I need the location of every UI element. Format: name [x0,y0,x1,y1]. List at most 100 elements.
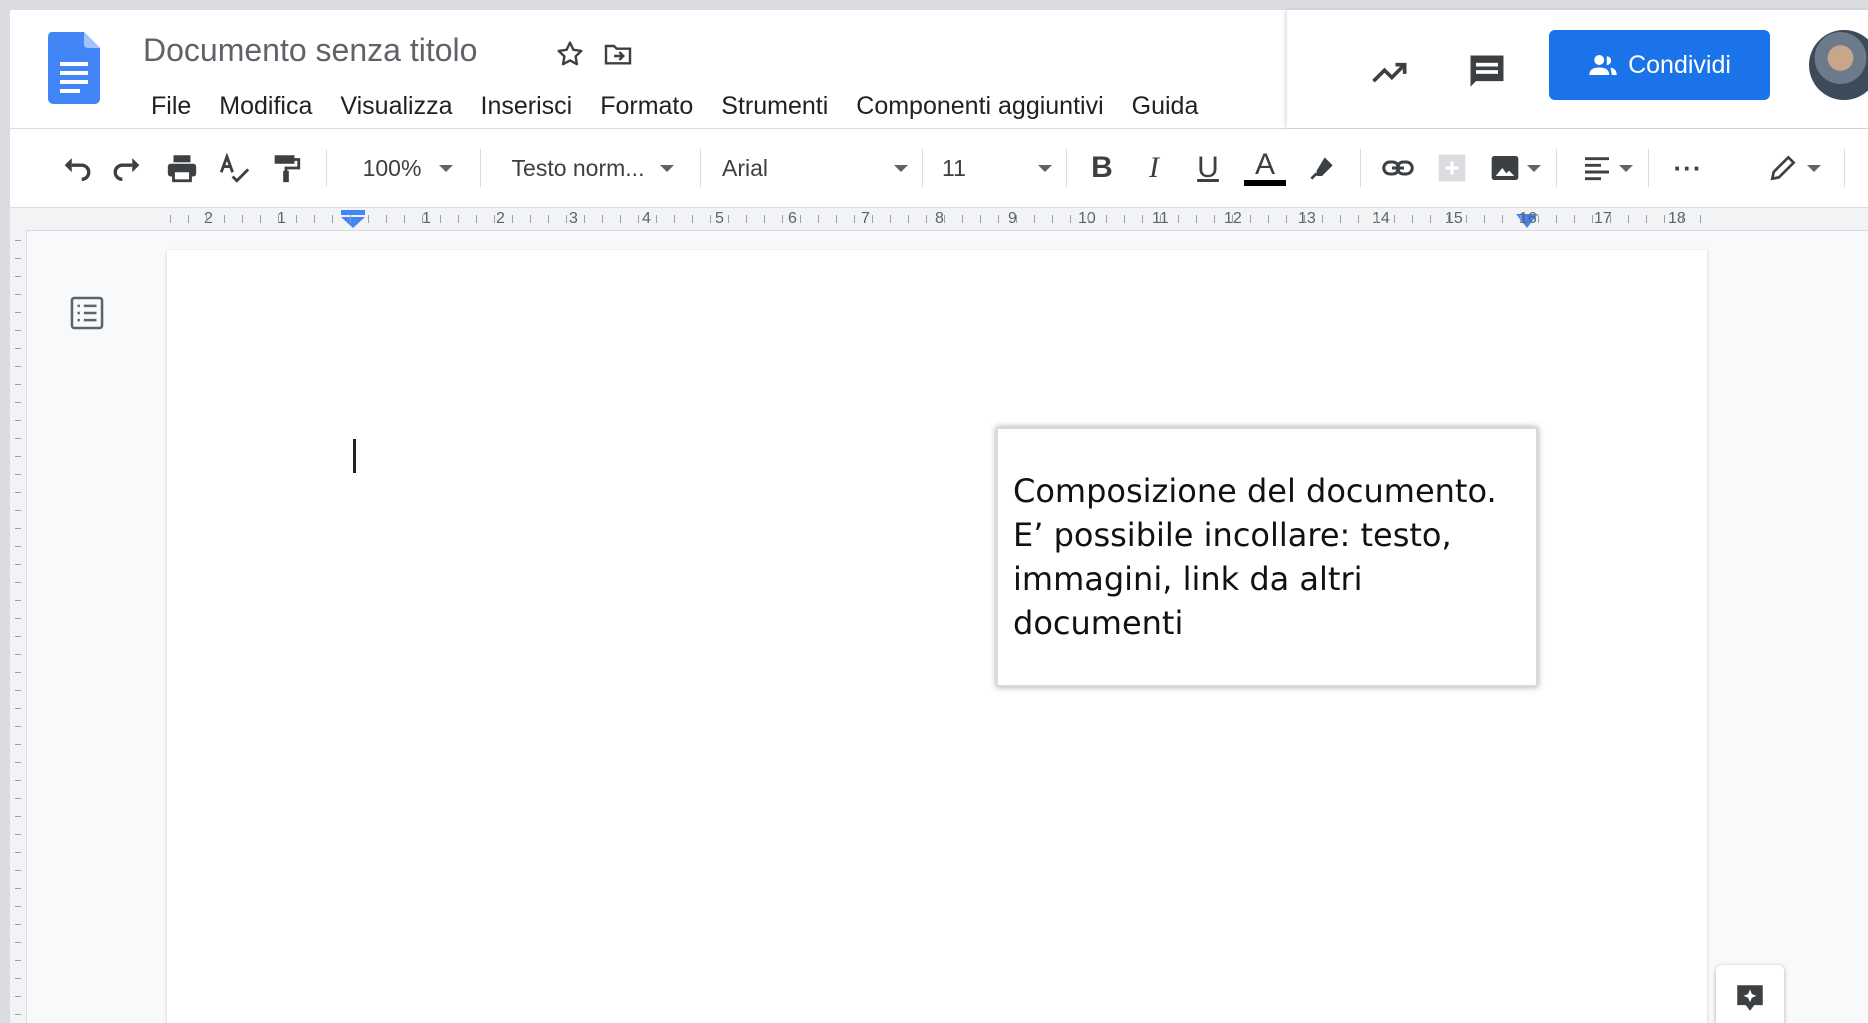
text-color-button[interactable]: A [1242,147,1288,189]
ruler-tick [15,636,21,637]
font-select[interactable]: Arial [722,147,908,189]
underline-button[interactable]: U [1188,147,1228,189]
ruler-tick [620,215,621,223]
ruler-number: 3 [569,210,578,227]
ruler-tick [314,215,315,223]
ruler-tick [1466,215,1467,223]
ruler-tick [368,215,369,223]
toolbar-separator [1844,149,1845,187]
ruler-tick [674,215,675,223]
menu-visualizza[interactable]: Visualizza [326,92,466,121]
bold-label: B [1091,151,1113,184]
ruler-tick [728,215,729,223]
ruler-tick [1376,215,1377,223]
outline-icon[interactable] [68,294,106,332]
paragraph-style-select[interactable]: Testo norm... [502,147,684,189]
toolbar-separator [1066,149,1067,187]
vertical-ruler[interactable] [10,230,27,1023]
menu-componenti-aggiuntivi[interactable]: Componenti aggiuntivi [842,92,1117,121]
insert-image-button[interactable] [1484,147,1546,189]
chevron-down-icon [1619,164,1633,172]
highlight-button[interactable] [1302,147,1342,189]
activity-trend-icon[interactable] [1368,50,1412,94]
text-color-label: A [1254,148,1275,181]
menu-formato[interactable]: Formato [586,92,707,121]
menu-guida[interactable]: Guida [1118,92,1213,121]
ruler-tick [15,294,21,295]
editing-mode-button[interactable] [1760,147,1828,189]
ruler-tick [296,215,297,223]
ruler-tick [512,215,513,223]
ruler-tick [15,654,21,655]
menu-strumenti[interactable]: Strumenti [707,92,842,121]
comments-icon[interactable] [1465,50,1509,94]
ruler-tick [458,215,459,223]
ruler-number: 14 [1372,210,1390,227]
chevron-down-icon [439,164,454,172]
docs-logo-icon[interactable] [48,32,100,104]
toolbar-separator [326,149,327,187]
ruler-tick [15,510,21,511]
bold-button[interactable]: B [1082,147,1122,189]
menu-file[interactable]: File [141,92,205,121]
ruler-tick [1106,215,1107,223]
chevron-down-icon [1527,164,1541,172]
menu-bar: File Modifica Visualizza Inserisci Forma… [141,92,1212,121]
ruler-number: 8 [935,210,944,227]
explore-button[interactable] [1716,965,1784,1023]
star-icon[interactable] [554,38,586,70]
print-button[interactable] [162,147,202,189]
spellcheck-button[interactable] [214,147,254,189]
highlighter-icon [1310,157,1333,180]
ruler-tick [15,726,21,727]
ruler-tick [15,798,21,799]
ruler-tick [15,888,21,889]
add-comment-button[interactable] [1432,147,1472,189]
left-indent-marker-icon[interactable] [340,210,366,228]
ruler-tick [692,215,693,223]
share-button[interactable]: Condividi [1549,30,1770,100]
ruler-tick [15,366,21,367]
ruler-tick [206,215,207,223]
ruler-tick [332,215,333,223]
ruler-tick [710,215,711,223]
ruler-tick [656,215,657,223]
document-title[interactable]: Documento senza titolo [143,32,477,69]
chevron-down-icon [894,164,908,172]
ruler-tick [15,780,21,781]
menu-modifica[interactable]: Modifica [205,92,326,121]
ruler-tick [15,924,21,925]
ruler-tick [602,215,603,223]
ruler-tick [926,215,927,223]
toolbar-separator [1648,149,1649,187]
ruler-tick [962,215,963,223]
toolbar-separator [480,149,481,187]
ruler-tick [1088,215,1089,223]
italic-button[interactable]: I [1134,147,1174,189]
ruler-tick [980,215,981,223]
redo-button[interactable] [108,147,148,189]
ruler-tick [746,215,747,223]
ruler-tick [15,708,21,709]
horizontal-ruler[interactable]: 21123456789101112131415161718 [10,208,1868,231]
avatar[interactable] [1809,30,1868,100]
ruler-tick [1016,215,1017,223]
zoom-select[interactable]: 100% [355,147,461,189]
menu-inserisci[interactable]: Inserisci [467,92,587,121]
ruler-number: 16 [1519,210,1537,227]
align-button[interactable] [1576,147,1638,189]
undo-button[interactable] [56,147,96,189]
ruler-tick [1538,215,1539,223]
ruler-tick [1448,215,1449,223]
paragraph-style-value: Testo norm... [511,154,645,181]
ruler-number: 18 [1668,210,1686,227]
paint-format-button[interactable] [266,147,306,189]
insert-link-button[interactable] [1376,147,1420,189]
ruler-tick [15,906,21,907]
ruler-tick [224,215,225,223]
more-options-button[interactable]: ··· [1666,147,1710,189]
ruler-tick [1340,215,1341,223]
ruler-tick [1592,215,1593,223]
font-size-select[interactable]: 11 [942,147,1052,189]
move-to-folder-icon[interactable] [602,38,634,70]
